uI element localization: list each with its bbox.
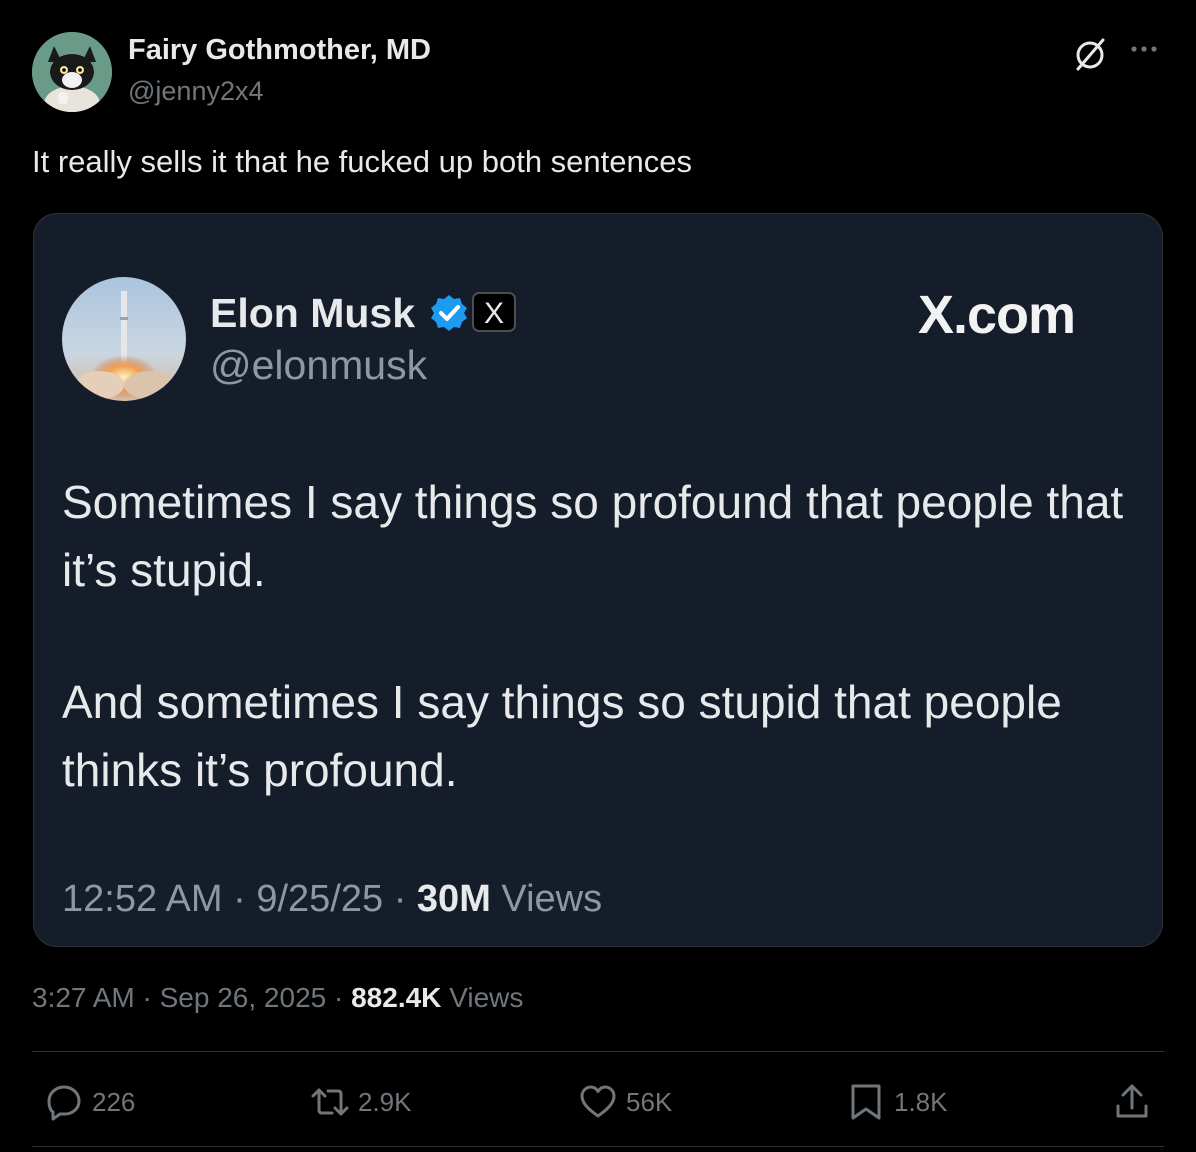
reply-count: 226 [92, 1086, 136, 1117]
author-handle[interactable]: @jenny2x4 [128, 76, 264, 107]
quoted-text-paragraph: Sometimes I say things so profound that … [62, 476, 1124, 596]
views-label: Views [449, 982, 524, 1013]
quoted-views-count: 30M [416, 878, 491, 920]
divider [32, 1146, 1164, 1147]
separator-dot: · [142, 982, 152, 1013]
post-text: It really sells it that he fucked up bot… [32, 144, 692, 179]
repost-button[interactable]: 2.9K [310, 1078, 412, 1126]
like-icon [580, 1085, 616, 1118]
quoted-views-label: Views [501, 878, 603, 920]
author-avatar[interactable] [32, 32, 112, 112]
site-watermark: X.com [918, 285, 1076, 345]
like-button[interactable]: 56K [578, 1078, 672, 1126]
grok-icon[interactable] [1070, 34, 1110, 74]
reply-icon [47, 1085, 81, 1121]
verified-badge-icon [429, 293, 469, 333]
bookmark-icon [851, 1084, 881, 1120]
bookmark-button[interactable]: 1.8K [846, 1078, 948, 1126]
separator-dot: · [393, 878, 407, 920]
bookmark-count: 1.8K [894, 1086, 948, 1117]
repost-count: 2.9K [358, 1086, 412, 1117]
share-icon [1116, 1084, 1148, 1118]
like-count: 56K [626, 1086, 673, 1117]
quoted-meta: 12:52 AM · 9/25/25 · 30M Views [62, 878, 602, 921]
post-time[interactable]: 3:27 AM [32, 982, 135, 1013]
views-count: 882.4K [351, 982, 442, 1013]
quoted-date: 9/25/25 [256, 878, 384, 920]
separator-dot: · [334, 982, 344, 1013]
quoted-author-handle: @elonmusk [210, 342, 428, 388]
more-icon[interactable] [1124, 34, 1164, 64]
quoted-author-avatar [62, 277, 186, 401]
reply-button[interactable]: 226 [44, 1078, 135, 1126]
x-affiliation-badge-icon: X [472, 292, 516, 332]
quoted-time: 12:52 AM [62, 878, 223, 920]
divider [32, 1051, 1164, 1052]
author-display-name[interactable]: Fairy Gothmother, MD [128, 34, 431, 67]
share-button[interactable] [1112, 1078, 1152, 1126]
post-meta: 3:27 AM · Sep 26, 2025 · 882.4K Views [32, 982, 523, 1014]
repost-icon [311, 1088, 349, 1116]
quoted-text-paragraph: And sometimes I say things so stupid tha… [62, 676, 1062, 796]
post-date[interactable]: Sep 26, 2025 [160, 982, 327, 1013]
quoted-author-name: Elon Musk [210, 290, 416, 336]
separator-dot: · [233, 878, 246, 920]
